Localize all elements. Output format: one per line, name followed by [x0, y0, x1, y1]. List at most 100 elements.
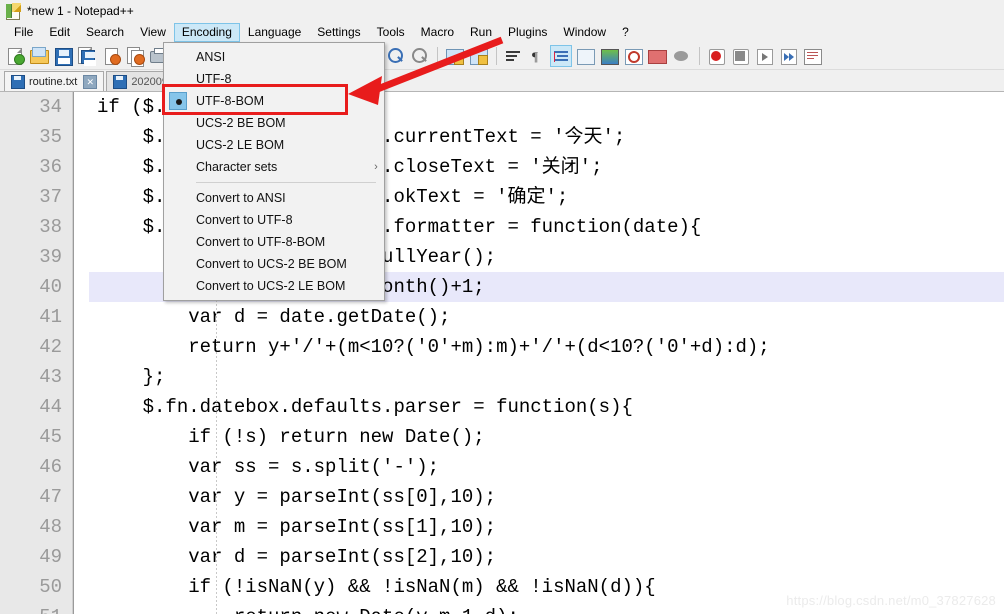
menu-run[interactable]: Run — [462, 23, 500, 42]
menu-item-convert-to-utf-8[interactable]: Convert to UTF-8 — [164, 209, 384, 231]
notepad-plus-plus-icon — [5, 3, 21, 20]
menu-item-label: Convert to UTF-8 — [196, 213, 293, 227]
watermark-text: https://blog.csdn.net/m0_37827628 — [786, 593, 996, 608]
menu-item-label: Convert to ANSI — [196, 191, 286, 205]
radio-selected-icon — [169, 92, 187, 110]
file-icon — [113, 74, 128, 89]
function-list-icon[interactable] — [622, 45, 644, 67]
tab-label: routine.txt — [29, 75, 78, 88]
sync-horizontal-icon[interactable] — [467, 45, 489, 67]
code-line: if (!s) return new Date(); — [97, 426, 485, 448]
menu-item-check-gutter — [164, 90, 196, 112]
close-all-icon[interactable] — [124, 45, 146, 67]
macro-play-icon[interactable] — [753, 45, 775, 67]
line-number: 37 — [39, 186, 62, 208]
code-line: var m = parseInt(ss[1],10); — [97, 516, 497, 538]
menu-item-label: UTF-8-BOM — [196, 94, 265, 108]
document-map-icon[interactable] — [598, 45, 620, 67]
menu-item-check-gutter — [164, 231, 196, 253]
menu-item-label: UTF-8 — [196, 72, 232, 86]
menu-item-ucs-2-le-bom[interactable]: UCS-2 LE BOM — [164, 134, 384, 156]
close-file-icon[interactable] — [100, 45, 122, 67]
menu-item-convert-to-ansi[interactable]: Convert to ANSI — [164, 187, 384, 209]
encoding-dropdown-menu[interactable]: ANSI UTF-8 UTF-8-BOM UCS-2 BE BOM UCS-2 … — [163, 42, 385, 301]
menu-item-label: UCS-2 LE BOM — [196, 138, 285, 152]
menu-item-utf-8-bom[interactable]: UTF-8-BOM — [164, 90, 384, 112]
toolbar-separator — [699, 46, 700, 65]
code-line: $.fn.datebox.defaults.parser = function(… — [97, 396, 633, 418]
menu-item-convert-to-utf-8-bom[interactable]: Convert to UTF-8-BOM — [164, 231, 384, 253]
menu-item-check-gutter — [164, 253, 196, 275]
line-number: 38 — [39, 216, 62, 238]
tab-routine-txt[interactable]: routine.txt ✕ — [4, 71, 105, 91]
menu-item-utf-8[interactable]: UTF-8 — [164, 68, 384, 90]
line-number: 50 — [39, 576, 62, 598]
line-number: 43 — [39, 366, 62, 388]
macro-record-icon[interactable] — [705, 45, 727, 67]
toolbar-separator — [496, 46, 497, 65]
line-number: 39 — [39, 246, 62, 268]
zoom-out-icon[interactable] — [408, 45, 430, 67]
new-file-icon[interactable] — [4, 45, 26, 67]
monitoring-icon[interactable] — [670, 45, 692, 67]
menu-search[interactable]: Search — [78, 23, 132, 42]
menu-settings[interactable]: Settings — [309, 23, 368, 42]
line-number: 36 — [39, 156, 62, 178]
line-number: 51 — [0, 602, 72, 614]
menu-item-label: Convert to UCS-2 BE BOM — [196, 257, 347, 271]
gutter-divider — [73, 92, 74, 614]
menu-tools[interactable]: Tools — [369, 23, 413, 42]
macro-stop-icon[interactable] — [729, 45, 751, 67]
menu-item-check-gutter — [164, 112, 196, 134]
word-wrap-icon[interactable] — [502, 45, 524, 67]
tab-close-icon[interactable]: ✕ — [83, 74, 98, 89]
menu-item-character-sets[interactable]: Character sets › — [164, 156, 384, 178]
menu-separator — [196, 182, 376, 183]
menu-edit[interactable]: Edit — [41, 23, 78, 42]
folder-as-workspace-icon[interactable] — [646, 45, 668, 67]
menu-item-ucs-2-be-bom[interactable]: UCS-2 BE BOM — [164, 112, 384, 134]
indent-guide-icon[interactable] — [550, 44, 572, 67]
menu-item-ansi[interactable]: ANSI — [164, 46, 384, 68]
line-number: 46 — [39, 456, 62, 478]
code-line: var d = date.getDate(); — [97, 306, 451, 328]
show-all-chars-icon[interactable]: ¶ — [526, 45, 548, 67]
menu-help[interactable]: ? — [614, 23, 637, 42]
save-icon[interactable] — [52, 45, 74, 67]
menu-item-convert-to-ucs-2-be-bom[interactable]: Convert to UCS-2 BE BOM — [164, 253, 384, 275]
notepad-plus-plus-window: *new 1 - Notepad++ File Edit Search View… — [0, 0, 1004, 614]
line-number-gutter: 34 35 36 37 38 39 40 41 42 43 44 45 46 4… — [0, 92, 73, 614]
fold-margin[interactable] — [73, 92, 89, 614]
menu-item-check-gutter — [164, 209, 196, 231]
code-line: var ss = s.split('-'); — [97, 456, 440, 478]
menu-language[interactable]: Language — [240, 23, 309, 42]
zoom-in-icon[interactable] — [384, 45, 406, 67]
menu-file[interactable]: File — [6, 23, 41, 42]
window-title: *new 1 - Notepad++ — [27, 4, 134, 18]
menu-bar: File Edit Search View Encoding Language … — [0, 22, 1004, 42]
line-number: 42 — [39, 336, 62, 358]
line-number: 49 — [39, 546, 62, 568]
toolbar: ¶ — [0, 42, 1004, 70]
menu-view[interactable]: View — [132, 23, 174, 42]
editor-area[interactable]: 34 35 36 37 38 39 40 41 42 43 44 45 46 4… — [0, 92, 1004, 614]
menu-item-convert-to-ucs-2-le-bom[interactable]: Convert to UCS-2 LE BOM — [164, 275, 384, 297]
menu-item-check-gutter — [164, 46, 196, 68]
open-file-icon[interactable] — [28, 45, 50, 67]
line-number: 47 — [39, 486, 62, 508]
user-defined-dialog-icon[interactable] — [574, 45, 596, 67]
save-all-icon[interactable] — [76, 45, 98, 67]
line-number: 48 — [39, 516, 62, 538]
menu-window[interactable]: Window — [555, 23, 614, 42]
chevron-right-icon: › — [374, 161, 378, 173]
macro-save-icon[interactable] — [801, 45, 823, 67]
menu-macro[interactable]: Macro — [413, 23, 462, 42]
menu-encoding[interactable]: Encoding — [173, 22, 240, 42]
line-number: 34 — [39, 96, 62, 118]
menu-item-label: Character sets — [196, 160, 278, 174]
macro-play-multiple-icon[interactable] — [777, 45, 799, 67]
sync-vertical-icon[interactable] — [443, 45, 465, 67]
line-number: 40 — [39, 276, 62, 298]
tab-bar: routine.txt ✕ 20200922 — [0, 70, 1004, 92]
menu-plugins[interactable]: Plugins — [500, 23, 555, 42]
